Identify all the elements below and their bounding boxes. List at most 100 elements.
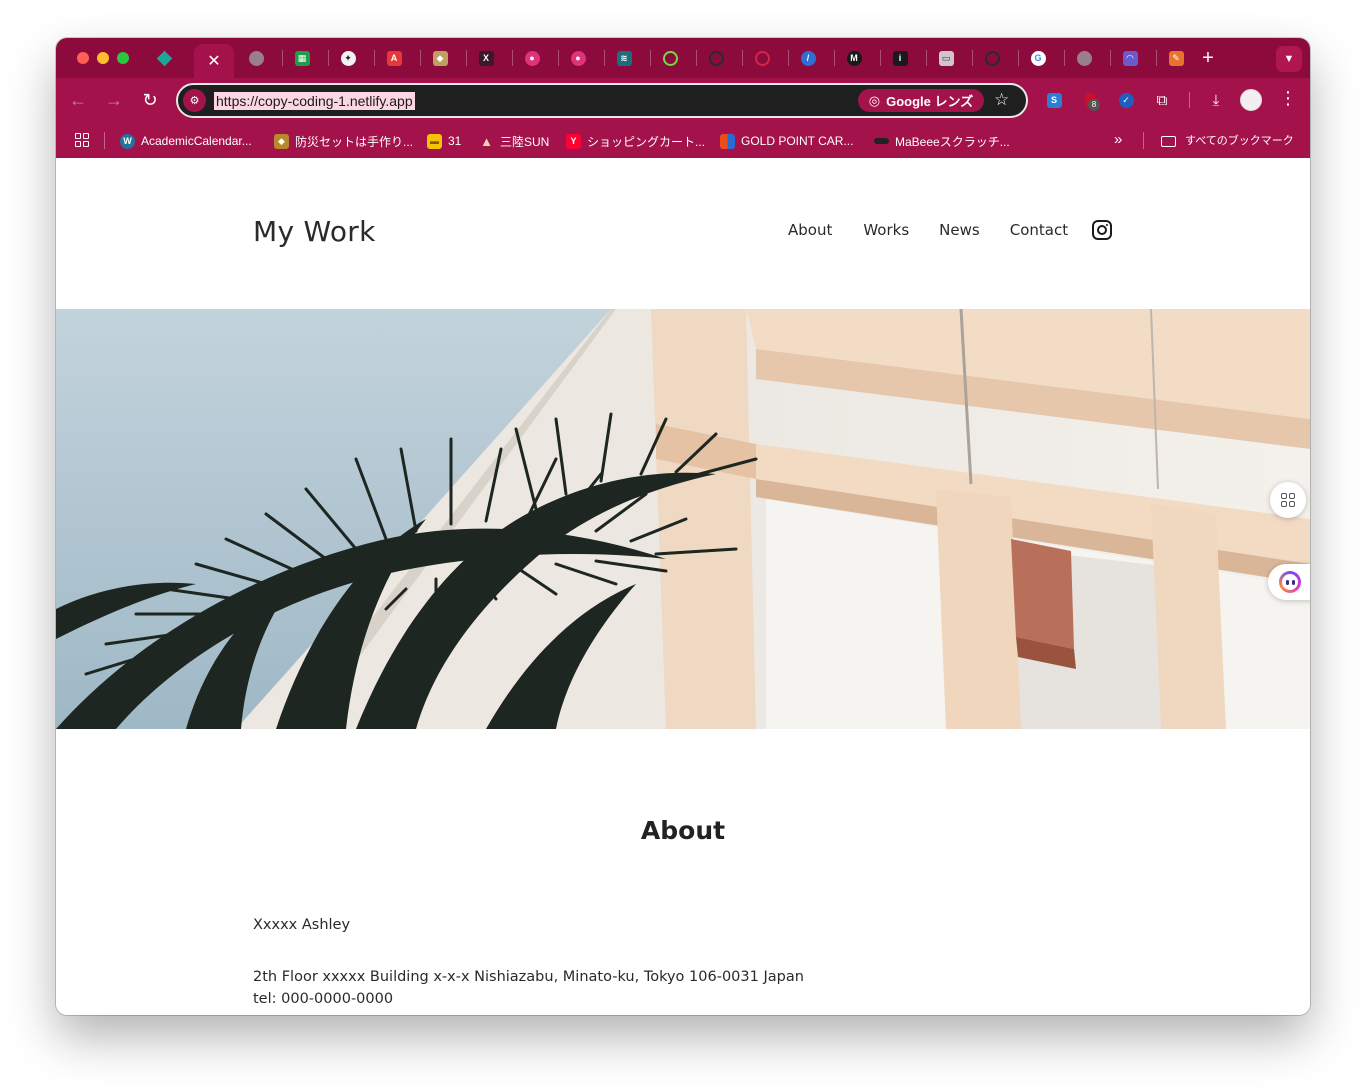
tab[interactable] bbox=[1072, 46, 1096, 70]
nav-link-news[interactable]: News bbox=[939, 221, 980, 239]
tab[interactable]: G bbox=[1026, 46, 1050, 70]
google-icon: G bbox=[1030, 50, 1046, 66]
s-logo-icon: S bbox=[1046, 92, 1062, 108]
tab[interactable]: ≋ bbox=[612, 46, 636, 70]
toolbar-divider bbox=[1189, 92, 1190, 108]
tab-divider bbox=[650, 50, 651, 66]
ring-icon bbox=[662, 50, 678, 66]
tab-divider bbox=[788, 50, 789, 66]
tab-divider bbox=[742, 50, 743, 66]
close-icon[interactable]: ✕ bbox=[207, 51, 220, 71]
tab[interactable]: ▭ bbox=[934, 46, 958, 70]
url-text[interactable]: https://copy-coding-1.netlify.app bbox=[214, 92, 415, 110]
more-bookmarks-icon[interactable]: » bbox=[1114, 131, 1122, 148]
site-info-button[interactable]: ⚙ bbox=[183, 89, 206, 112]
puzzle-icon: ⧉ bbox=[1156, 91, 1168, 109]
tab-search-button[interactable]: ▼ bbox=[1276, 46, 1302, 72]
tab[interactable]: ▦ bbox=[290, 46, 314, 70]
tab[interactable]: ✦ bbox=[336, 46, 360, 70]
close-window-button[interactable] bbox=[77, 52, 89, 64]
about-tel: tel: 000-0000-0000 bbox=[253, 991, 394, 1007]
bookmark-item[interactable]: Y ショッピングカート... bbox=[566, 131, 705, 151]
tab[interactable] bbox=[704, 46, 728, 70]
chevron-down-icon: ▼ bbox=[1283, 53, 1295, 65]
google-lens-button[interactable]: ◎ Google レンズ bbox=[858, 89, 984, 112]
tab[interactable]: A bbox=[382, 46, 406, 70]
floating-assistant-button[interactable] bbox=[1268, 564, 1310, 600]
m-logo-icon: M bbox=[846, 50, 862, 66]
battery-icon bbox=[874, 138, 889, 144]
bookmark-item[interactable]: MaBeeeスクラッチ... bbox=[874, 131, 1010, 151]
tab[interactable]: ◆ bbox=[428, 46, 452, 70]
hero-image bbox=[56, 309, 1310, 729]
sheets-icon: ▦ bbox=[294, 50, 310, 66]
back-button[interactable]: ← bbox=[67, 89, 89, 111]
bookmarks-bar: W AcademicCalendar... ◆ 防災セットは手作り... ▬ 3… bbox=[56, 123, 1310, 158]
tab[interactable] bbox=[980, 46, 1004, 70]
bookmark-divider bbox=[1143, 132, 1144, 149]
folder-icon bbox=[1161, 136, 1176, 147]
tab-divider bbox=[972, 50, 973, 66]
extension-pin[interactable]: 8 bbox=[1080, 90, 1100, 111]
bookmark-item[interactable]: ◆ 防災セットは手作り... bbox=[274, 131, 413, 151]
tab-divider bbox=[374, 50, 375, 66]
forward-button[interactable]: → bbox=[103, 89, 125, 111]
extensions-button[interactable]: ⧉ bbox=[1152, 90, 1172, 110]
site-header: My Work About Works News Contact bbox=[56, 158, 1310, 309]
reload-button[interactable]: ↻ bbox=[139, 89, 161, 111]
tab[interactable]: ● bbox=[520, 46, 544, 70]
profile-avatar[interactable] bbox=[1240, 89, 1262, 111]
tab-divider bbox=[328, 50, 329, 66]
tab-strip: ✕ ▦ ✦ A ◆ X ● ● ≋ / M i ▭ G ◠ ✎ + ▼ bbox=[56, 38, 1310, 78]
new-tab-button[interactable]: + bbox=[1196, 46, 1220, 70]
pinned-tab[interactable] bbox=[150, 44, 178, 72]
bookmark-label: 31 bbox=[448, 134, 462, 148]
about-address: 2th Floor xxxxx Building x-x-x Nishiazab… bbox=[253, 969, 804, 985]
downloads-button[interactable]: ⤓ bbox=[1206, 90, 1226, 110]
nav-link-contact[interactable]: Contact bbox=[1010, 221, 1068, 239]
extension-check[interactable]: ✓ bbox=[1116, 90, 1136, 110]
site-logo[interactable]: My Work bbox=[253, 215, 376, 248]
waves-icon: ≋ bbox=[616, 50, 632, 66]
paw-icon: ● bbox=[570, 50, 586, 66]
instagram-icon[interactable] bbox=[1092, 220, 1112, 240]
tab[interactable] bbox=[750, 46, 774, 70]
apps-grid-icon[interactable] bbox=[75, 133, 89, 147]
extension-badge: 8 bbox=[1088, 99, 1100, 111]
tab[interactable]: M bbox=[842, 46, 866, 70]
floating-apps-button[interactable] bbox=[1270, 482, 1306, 518]
browser-window: ✕ ▦ ✦ A ◆ X ● ● ≋ / M i ▭ G ◠ ✎ + ▼ ← → … bbox=[56, 38, 1310, 1015]
tab[interactable]: ● bbox=[566, 46, 590, 70]
tab[interactable] bbox=[658, 46, 682, 70]
maximize-window-button[interactable] bbox=[117, 52, 129, 64]
tab[interactable]: ◠ bbox=[1118, 46, 1142, 70]
tab[interactable]: X bbox=[474, 46, 498, 70]
address-bar[interactable]: ⚙ https://copy-coding-1.netlify.app ◎ Go… bbox=[176, 83, 1028, 118]
bookmark-star-icon[interactable]: ☆ bbox=[994, 90, 1009, 110]
tab-divider bbox=[1064, 50, 1065, 66]
minimize-window-button[interactable] bbox=[97, 52, 109, 64]
bookmark-item[interactable]: ▲ 三陸SUN bbox=[479, 131, 549, 151]
tab-divider bbox=[604, 50, 605, 66]
tab-divider bbox=[926, 50, 927, 66]
tab-divider bbox=[1018, 50, 1019, 66]
bookmark-item[interactable]: ▬ 31 bbox=[427, 131, 461, 151]
nav-link-about[interactable]: About bbox=[788, 221, 832, 239]
reload-icon: ↻ bbox=[142, 89, 158, 110]
y-icon: Y bbox=[566, 133, 581, 149]
nav-link-works[interactable]: Works bbox=[863, 221, 909, 239]
bookmark-divider bbox=[104, 132, 105, 149]
extension-s[interactable]: S bbox=[1044, 90, 1064, 110]
tab[interactable]: ✎ bbox=[1164, 46, 1188, 70]
plus-icon: + bbox=[1202, 46, 1214, 69]
tab[interactable] bbox=[244, 46, 268, 70]
bookmark-item[interactable]: W AcademicCalendar... bbox=[120, 131, 252, 151]
tab-divider bbox=[512, 50, 513, 66]
x-logo-icon: X bbox=[478, 50, 494, 66]
all-bookmarks-button[interactable]: すべてのブックマーク bbox=[1185, 131, 1294, 151]
active-tab[interactable]: ✕ bbox=[194, 44, 234, 78]
menu-icon[interactable]: ⋮ bbox=[1278, 88, 1298, 109]
tab[interactable]: i bbox=[888, 46, 912, 70]
bookmark-item[interactable]: GOLD POINT CAR... bbox=[720, 131, 853, 151]
tab[interactable]: / bbox=[796, 46, 820, 70]
